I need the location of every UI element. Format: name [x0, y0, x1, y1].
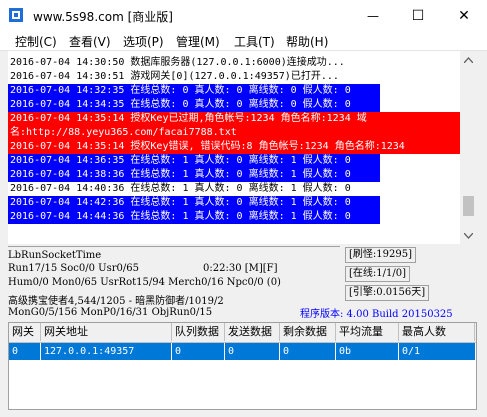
- table-header: 网关 网关地址 队列数据 发送数据 剩余数据 平均流量 最高人数: [9, 323, 476, 343]
- minimize-icon: —: [367, 8, 379, 23]
- log-line: 名:http://88.yeyu365.com/facai7788.txt: [8, 126, 460, 140]
- col-queue[interactable]: 队列数据: [172, 323, 225, 341]
- status-socket-time: LbRunSocketTime: [8, 250, 102, 261]
- status-boss: 高级携宝使者4,544/1205 - 暗黑防御者/1019/2: [8, 296, 224, 307]
- maximize-icon: ☐: [411, 7, 425, 24]
- cell-gateway: 0: [9, 343, 41, 360]
- log-line: 2016-07-04 14:30:50 数据库服务器(127.0.0.1:600…: [8, 56, 380, 70]
- cell-queue: 0: [172, 343, 225, 360]
- online-count: [在线:1/1/0]: [345, 266, 410, 282]
- log-line: 2016-07-04 14:35:14 授权Key已过期,角色帐号:1234 角…: [8, 112, 460, 126]
- scroll-thumb[interactable]: [463, 196, 474, 216]
- log-line: 2016-07-04 14:42:36 在线总数: 1 真人数: 0 离线数: …: [8, 196, 380, 210]
- window-title: www.5s98.com [商业版]: [33, 10, 173, 24]
- engine-days: [引擎:0.0156天]: [345, 285, 430, 301]
- log-line: 2016-07-04 14:32:35 在线总数: 0 真人数: 0 离线数: …: [8, 84, 380, 98]
- col-send[interactable]: 发送数据: [225, 323, 280, 341]
- close-icon: ✕: [458, 7, 470, 24]
- menu-bar: 控制(C) 查看(V) 选项(P) 管理(M) 工具(T) 帮助(H): [0, 31, 487, 51]
- col-remain[interactable]: 剩余数据: [280, 323, 336, 341]
- minimize-button[interactable]: —: [350, 0, 396, 31]
- menu-control[interactable]: 控制(C): [15, 33, 57, 50]
- menu-manage[interactable]: 管理(M): [176, 33, 220, 50]
- cell-avg-flow: 0b: [336, 343, 399, 360]
- log-line: 2016-07-04 14:38:36 在线总数: 1 真人数: 0 离线数: …: [8, 168, 380, 182]
- status-hum: Hum0/0 Mon0/65 UsrRot15/94 Merch0/16 Npc…: [8, 277, 281, 288]
- chevron-up-icon: [464, 56, 473, 63]
- col-avg-flow[interactable]: 平均流量: [336, 323, 399, 341]
- refresh-monster-count: [刷怪:19295]: [345, 247, 416, 263]
- main-window: www.5s98.com [商业版] — ☐ ✕ 控制(C) 查看(V) 选项(…: [0, 0, 487, 417]
- status-uptime: 0:22:30 [M][F]: [203, 263, 278, 274]
- cell-address: 127.0.0.1:49357: [41, 343, 172, 360]
- log-scrollbar[interactable]: [460, 51, 477, 244]
- col-gateway[interactable]: 网关: [9, 323, 41, 341]
- log-line: 2016-07-04 14:34:35 在线总数: 0 真人数: 0 离线数: …: [8, 98, 380, 112]
- table-row[interactable]: 0 127.0.0.1:49357 0 0 0 0b 0/1: [9, 343, 475, 360]
- program-version: 程序版本: 4.00 Build 20150325: [300, 309, 453, 320]
- scroll-down-button[interactable]: [460, 227, 477, 244]
- maximize-button[interactable]: ☐: [395, 0, 441, 31]
- col-max-players[interactable]: 最高人数: [399, 323, 475, 341]
- menu-help[interactable]: 帮助(H): [286, 33, 328, 50]
- log-line: 2016-07-04 14:40:36 在线总数: 1 真人数: 0 离线数: …: [8, 182, 380, 196]
- log-panel[interactable]: 2016-07-04 14:30:50 数据库服务器(127.0.0.1:600…: [8, 51, 460, 244]
- close-button[interactable]: ✕: [441, 0, 487, 31]
- status-panel: LbRunSocketTime Run17/15 Soc0/0 Usr0/65 …: [0, 244, 487, 322]
- col-address[interactable]: 网关地址: [41, 323, 172, 341]
- log-line: 2016-07-04 14:30:51 游戏网关[0](127.0.0.1:49…: [8, 70, 380, 84]
- chevron-down-icon: [464, 232, 473, 239]
- menu-tools[interactable]: 工具(T): [234, 33, 275, 50]
- gateway-table[interactable]: 网关 网关地址 队列数据 发送数据 剩余数据 平均流量 最高人数 0 127.0…: [8, 322, 477, 410]
- cell-send: 0: [225, 343, 280, 360]
- log-line: 2016-07-04 14:36:35 在线总数: 1 真人数: 0 离线数: …: [8, 154, 380, 168]
- log-line: 2016-07-04 14:35:14 授权Key错误, 错误代码:8 角色帐号…: [8, 140, 460, 154]
- menu-options[interactable]: 选项(P): [123, 33, 164, 50]
- status-mon: MonG0/5/156 MonP0/16/31 ObjRun0/15: [8, 307, 213, 318]
- scroll-up-button[interactable]: [460, 51, 477, 68]
- log-line: 2016-07-04 14:44:36 在线总数: 1 真人数: 0 离线数: …: [8, 210, 380, 224]
- title-bar[interactable]: www.5s98.com [商业版] — ☐ ✕: [0, 0, 487, 31]
- cell-remain: 0: [280, 343, 336, 360]
- status-run: Run17/15 Soc0/0 Usr0/65: [8, 263, 139, 274]
- menu-view[interactable]: 查看(V): [69, 33, 111, 50]
- cell-max-players: 0/1: [402, 346, 421, 357]
- app-icon: [9, 8, 23, 22]
